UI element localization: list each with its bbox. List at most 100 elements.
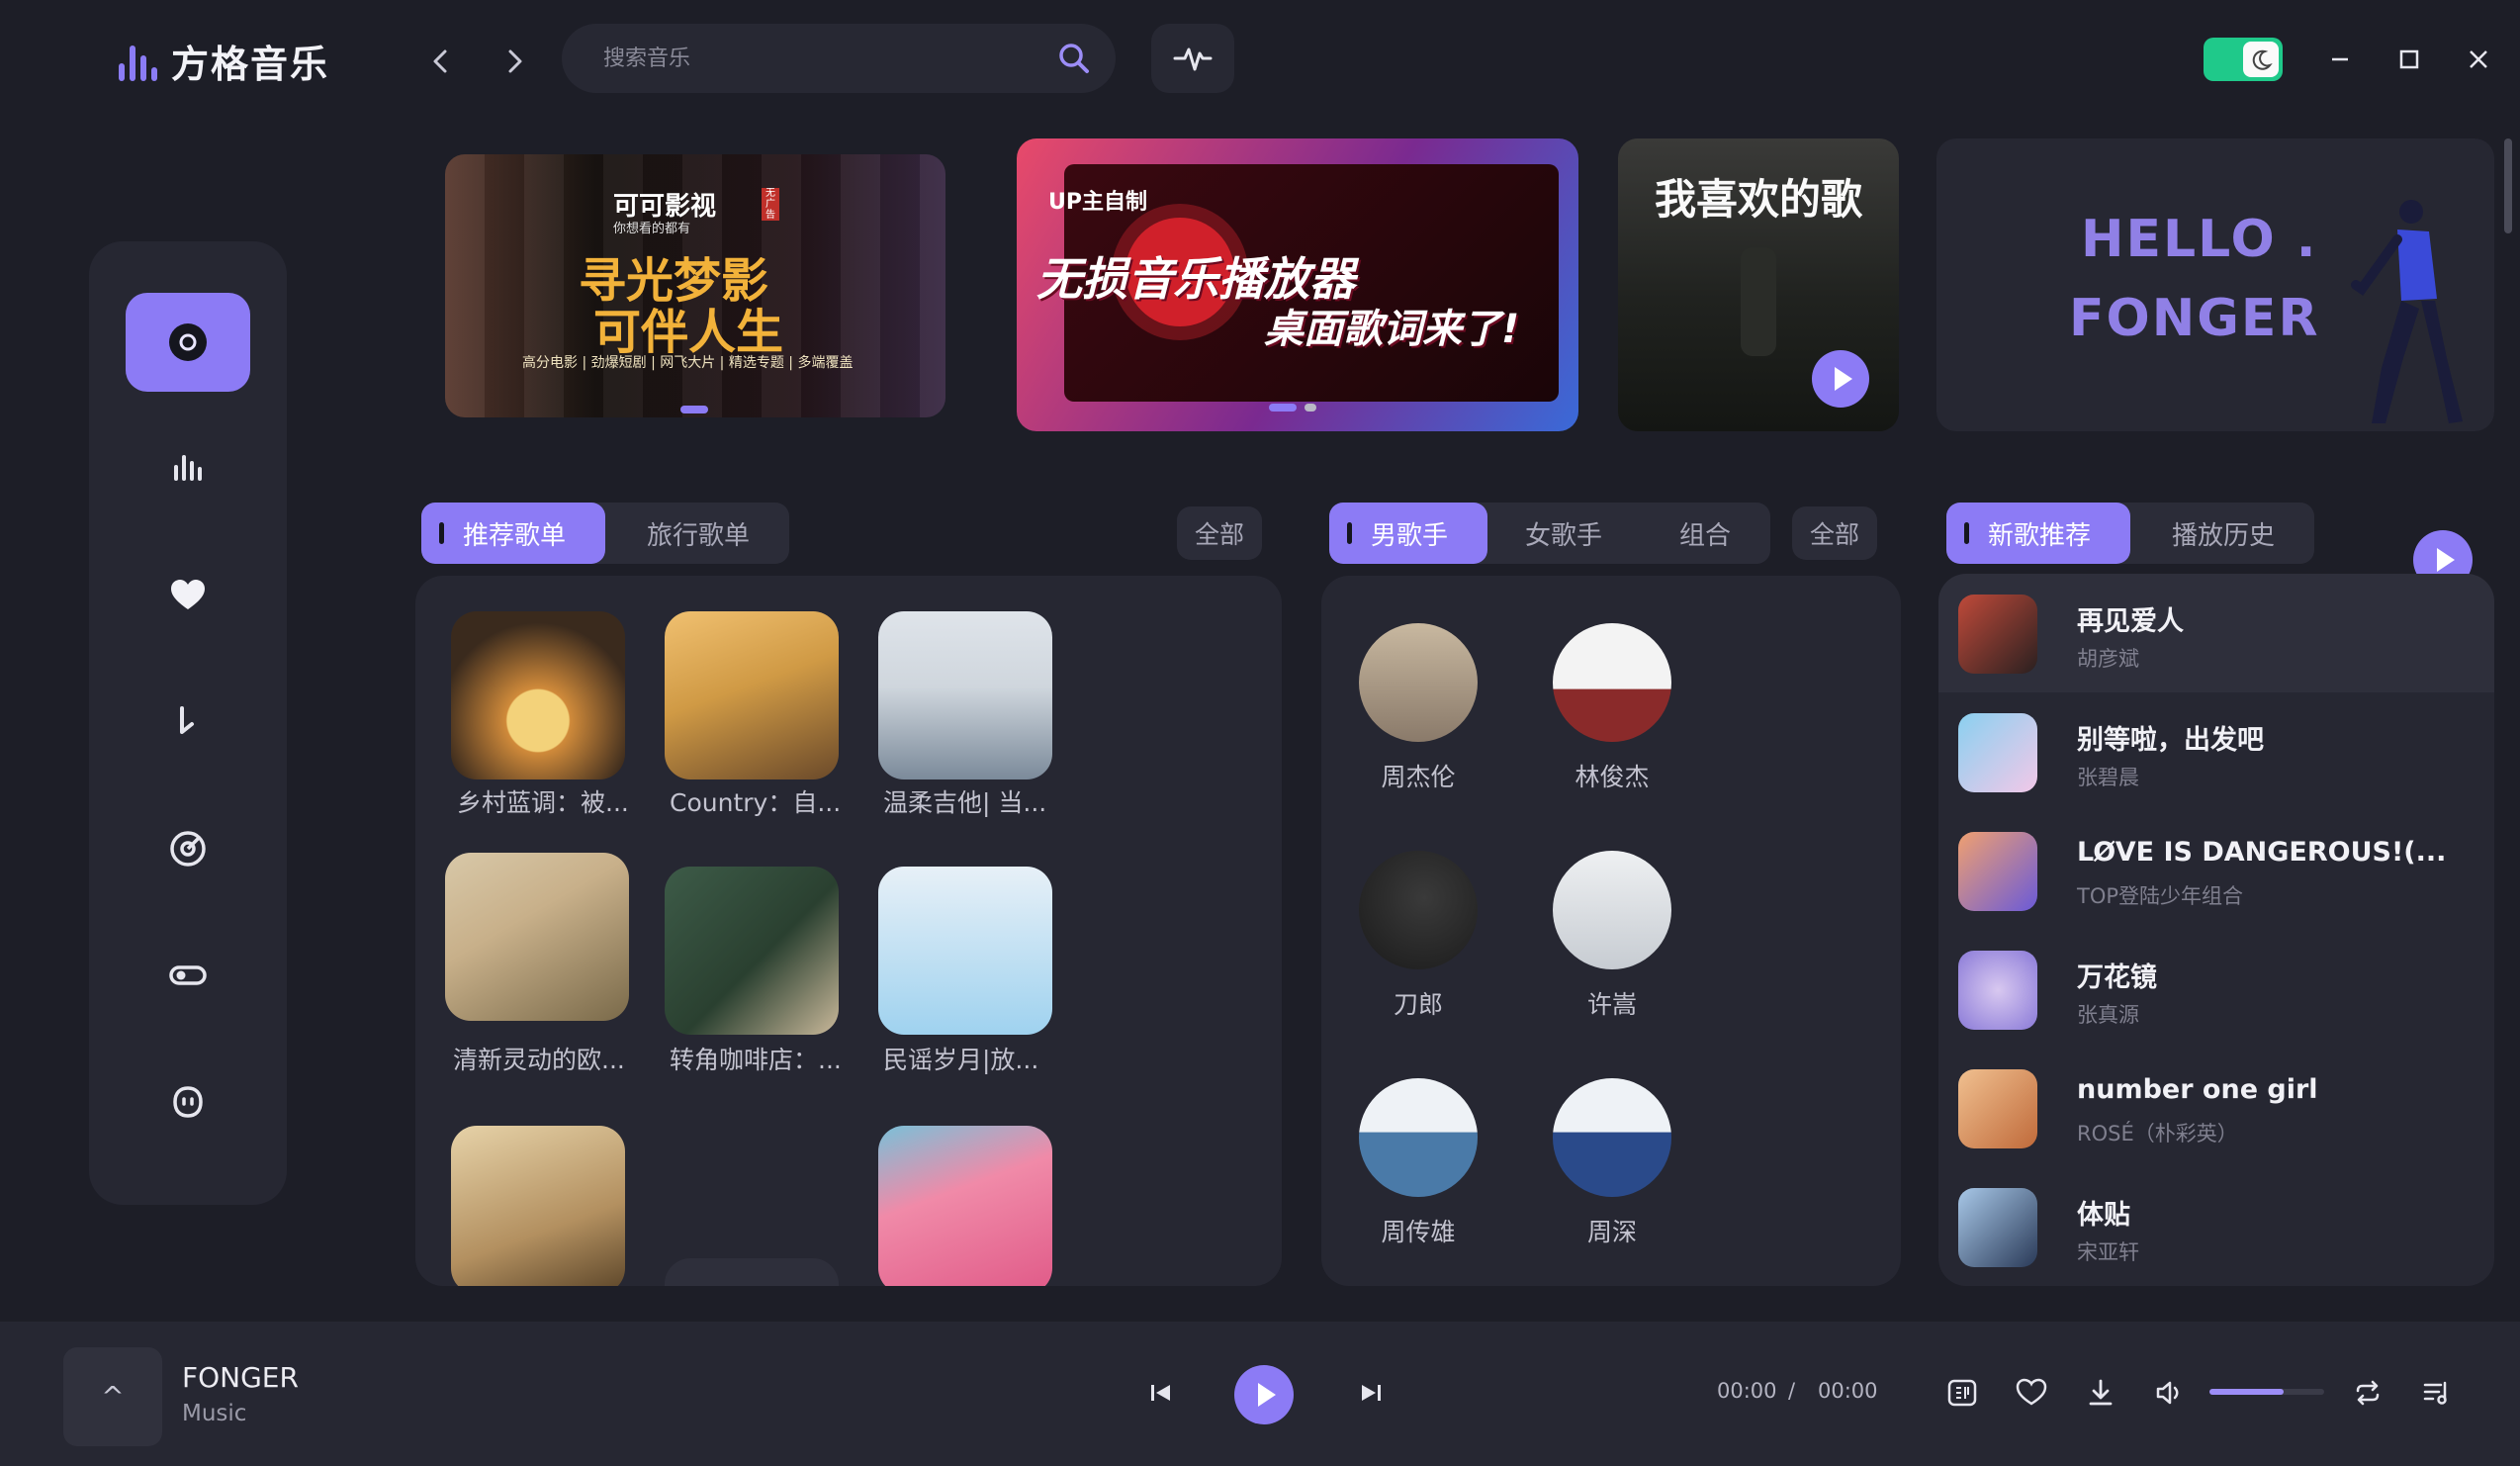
singer-name[interactable]: 周传雄 bbox=[1339, 1213, 1497, 1248]
playlist-cover[interactable] bbox=[878, 1126, 1052, 1286]
back-button[interactable] bbox=[421, 42, 461, 81]
song-artist: 胡彦斌 bbox=[2077, 647, 2139, 671]
music-note-icon bbox=[180, 706, 194, 734]
playlist-title[interactable]: Country：自... bbox=[670, 783, 857, 819]
download-icon bbox=[2089, 1379, 2113, 1406]
singer-avatar[interactable] bbox=[1359, 1078, 1478, 1197]
singer-avatar[interactable] bbox=[1553, 1078, 1671, 1197]
lyrics-button[interactable] bbox=[1944, 1375, 1980, 1411]
song-cover bbox=[1958, 1069, 2037, 1148]
singer-name[interactable]: 许嵩 bbox=[1533, 985, 1691, 1021]
like-button[interactable] bbox=[2014, 1375, 2049, 1411]
tab-new-songs[interactable]: 新歌推荐 bbox=[1946, 503, 2131, 564]
song-row[interactable]: 别等啦，出发吧 张碧晨 bbox=[1938, 692, 2494, 811]
next-button[interactable] bbox=[1353, 1375, 1389, 1411]
singer-avatar[interactable] bbox=[1553, 623, 1671, 742]
volume-slider[interactable] bbox=[2209, 1389, 2324, 1395]
playlist-button[interactable] bbox=[2419, 1375, 2455, 1411]
playlist-cover[interactable] bbox=[665, 1258, 839, 1286]
search-icon[interactable] bbox=[1056, 41, 1092, 76]
playlist-cover[interactable] bbox=[665, 611, 839, 779]
playlist-title[interactable]: 转角咖啡店：... bbox=[670, 1041, 857, 1076]
scrollbar-thumb[interactable] bbox=[2504, 138, 2512, 233]
app-name: 方格音乐 bbox=[171, 43, 330, 86]
banner-indicator[interactable] bbox=[680, 406, 708, 413]
tab-groups[interactable]: 组合 bbox=[1642, 503, 1770, 564]
sidebar-item-charts[interactable] bbox=[126, 419, 250, 518]
volume-fill bbox=[2209, 1389, 2285, 1395]
volume-button[interactable] bbox=[2152, 1375, 2188, 1411]
banner-hello: HELLO . FONGER bbox=[1936, 138, 2494, 431]
banner-indicator-active[interactable] bbox=[1269, 404, 1297, 412]
singer-tabs: 男歌手 女歌手 组合 bbox=[1329, 503, 1771, 564]
minimize-button[interactable] bbox=[2320, 40, 2360, 79]
sidebar-item-favorites[interactable] bbox=[126, 546, 250, 645]
now-playing-cover[interactable]: ^ bbox=[63, 1347, 162, 1446]
sidebar-item-settings[interactable] bbox=[126, 926, 250, 1025]
playlist-cover[interactable] bbox=[878, 867, 1052, 1035]
singer-avatar[interactable] bbox=[1553, 851, 1671, 969]
singer-avatar[interactable] bbox=[1359, 623, 1478, 742]
search-input[interactable] bbox=[601, 39, 1036, 78]
theme-toggle[interactable] bbox=[2204, 38, 2283, 81]
repeat-button[interactable] bbox=[2350, 1375, 2385, 1411]
tab-play-history[interactable]: 播放历史 bbox=[2130, 503, 2314, 564]
playlist-cover[interactable] bbox=[451, 1126, 625, 1286]
song-row[interactable]: 再见爱人 胡彦斌 bbox=[1938, 574, 2494, 692]
banner-brand-badge: 无广告 bbox=[762, 188, 779, 221]
song-row[interactable]: 万花镜 张真源 bbox=[1938, 930, 2494, 1049]
singer-name[interactable]: 周杰伦 bbox=[1339, 758, 1497, 793]
banner-favorite-songs[interactable]: 我喜欢的歌 bbox=[1618, 138, 1899, 431]
play-pause-button[interactable] bbox=[1234, 1365, 1294, 1424]
song-row[interactable]: number one girl ROSÉ（朴彩英） bbox=[1938, 1049, 2494, 1167]
song-cover bbox=[1958, 832, 2037, 911]
song-artist: TOP登陆少年组合 bbox=[2077, 884, 2244, 908]
playlists-all-button[interactable]: 全部 bbox=[1177, 506, 1262, 560]
time-separator: / bbox=[1788, 1379, 1796, 1403]
playlist-cover[interactable] bbox=[451, 611, 625, 779]
tab-female-singers[interactable]: 女歌手 bbox=[1487, 503, 1642, 564]
singer-name[interactable]: 刀郎 bbox=[1339, 985, 1497, 1021]
download-button[interactable] bbox=[2083, 1375, 2118, 1411]
previous-button[interactable] bbox=[1143, 1375, 1179, 1411]
banner-movie-ad[interactable]: 可可影视 无广告 你想看的都有 寻光梦影 可伴人生 高分电影 | 劲爆短剧 | … bbox=[445, 154, 945, 417]
singer-panel: 周杰伦 林俊杰 刀郎 许嵩 周传雄 周深 bbox=[1321, 576, 1901, 1286]
banner-tag: UP主自制 bbox=[1048, 190, 1147, 215]
favorites-play-button[interactable] bbox=[1812, 350, 1869, 408]
audio-wave-button[interactable] bbox=[1151, 24, 1234, 93]
singer-name[interactable]: 林俊杰 bbox=[1533, 758, 1691, 793]
tab-recommended-playlists[interactable]: 推荐歌单 bbox=[421, 503, 606, 564]
banner-figure bbox=[1741, 247, 1776, 356]
banner-indicator[interactable] bbox=[1305, 404, 1316, 412]
singers-all-button[interactable]: 全部 bbox=[1792, 506, 1877, 560]
tab-male-singers[interactable]: 男歌手 bbox=[1329, 503, 1488, 564]
singer-avatar[interactable] bbox=[1359, 851, 1478, 969]
maximize-button[interactable] bbox=[2389, 40, 2429, 79]
sidebar-item-music[interactable] bbox=[126, 673, 250, 772]
now-playing-subtitle: Music bbox=[182, 1401, 247, 1426]
maximize-icon bbox=[2399, 49, 2419, 69]
sidebar-item-profile[interactable] bbox=[126, 1053, 250, 1151]
playlist-cover[interactable] bbox=[878, 611, 1052, 779]
playlist-title[interactable]: 清新灵动的欧... bbox=[453, 1041, 641, 1076]
playlist-title[interactable]: 乡村蓝调：被... bbox=[457, 783, 645, 819]
song-cover bbox=[1958, 1188, 2037, 1267]
singer-name[interactable]: 周深 bbox=[1533, 1213, 1691, 1248]
face-icon bbox=[173, 1086, 203, 1118]
close-button[interactable] bbox=[2459, 40, 2498, 79]
banner-brand-sub: 你想看的都有 bbox=[613, 222, 691, 236]
song-cover bbox=[1958, 951, 2037, 1030]
playlist-title[interactable]: 民谣岁月|放... bbox=[883, 1041, 1071, 1076]
forward-button[interactable] bbox=[495, 42, 534, 81]
playlist-title[interactable]: 温柔吉他| 当... bbox=[883, 783, 1071, 819]
sidebar-item-radar[interactable] bbox=[126, 799, 250, 898]
tab-travel-playlists[interactable]: 旅行歌单 bbox=[605, 503, 789, 564]
playlist-tabs: 推荐歌单 旅行歌单 bbox=[421, 503, 790, 564]
banner-player-promo[interactable]: UP主自制 无损音乐播放器 桌面歌词来了! bbox=[1017, 138, 1578, 431]
song-row[interactable]: LØVE IS DANGEROUS!(... TOP登陆少年组合 bbox=[1938, 811, 2494, 930]
playlist-cover[interactable] bbox=[445, 853, 629, 1021]
sidebar-item-discover[interactable] bbox=[126, 293, 250, 392]
song-row[interactable]: 体贴 宋亚轩 bbox=[1938, 1167, 2494, 1286]
playlist-cover[interactable] bbox=[665, 867, 839, 1035]
app-logo: 方格音乐 bbox=[119, 34, 329, 88]
